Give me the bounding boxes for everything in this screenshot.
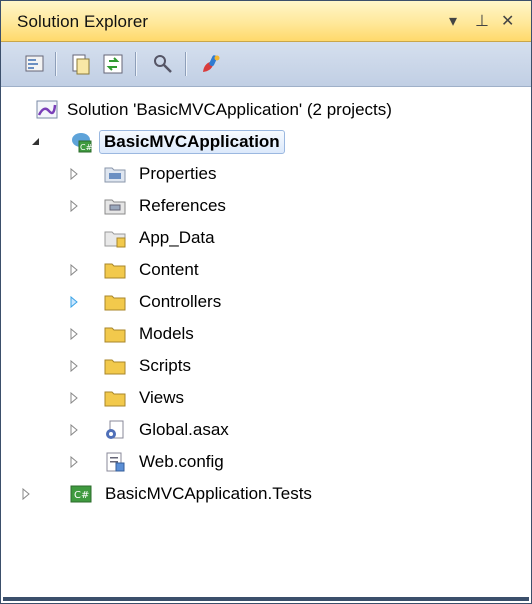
item-label: Web.config [139, 452, 224, 471]
pin-icon[interactable]: ⊥ [475, 11, 489, 31]
tree-item-controllers[interactable]: Controllers [67, 287, 367, 317]
properties-folder-icon [104, 167, 126, 183]
tree-test-project-node[interactable]: C# BasicMVCApplication.Tests [19, 479, 419, 509]
tree-item-properties[interactable]: Properties [67, 159, 367, 189]
tree-item-content[interactable]: Content [67, 255, 367, 285]
expand-arrow-icon[interactable] [67, 359, 81, 373]
folder-icon [104, 391, 126, 407]
tree-item-global-asax[interactable]: Global.asax [67, 415, 367, 445]
refresh-icon[interactable] [101, 52, 125, 76]
tree-solution-node[interactable]: Solution 'BasicMVCApplication' (2 projec… [35, 95, 515, 125]
tree-item-web-config[interactable]: Web.config [67, 447, 367, 477]
item-label: Content [139, 260, 199, 279]
title-bar: Solution Explorer ▾ ⊥ ✕ [1, 1, 531, 42]
folder-icon [104, 327, 126, 343]
tree-item-references[interactable]: References [67, 191, 367, 221]
references-icon [104, 199, 126, 215]
item-label: Models [139, 324, 194, 343]
item-label: Scripts [139, 356, 191, 375]
project-label: BasicMVCApplication [99, 130, 285, 154]
svg-text:C#: C# [74, 490, 89, 501]
panel-title: Solution Explorer [17, 12, 149, 31]
csharp-project-icon: C# [72, 133, 93, 153]
tree-item-models[interactable]: Models [67, 319, 367, 349]
item-label: References [139, 196, 226, 215]
expand-arrow-icon[interactable] [67, 423, 81, 437]
paint-brush-icon[interactable] [199, 52, 223, 76]
expand-arrow-icon[interactable] [67, 327, 81, 341]
solution-icon [36, 100, 58, 119]
collapse-arrow-icon[interactable] [29, 135, 43, 149]
toolbar-separator [135, 52, 137, 76]
expand-arrow-icon[interactable] [19, 487, 33, 501]
expand-arrow-icon[interactable] [67, 263, 81, 277]
folder-icon [104, 263, 126, 279]
expand-arrow-icon[interactable] [67, 295, 81, 309]
tree-item-scripts[interactable]: Scripts [67, 351, 367, 381]
folder-icon [104, 295, 126, 311]
item-label: Views [139, 388, 185, 407]
solution-label: Solution 'BasicMVCApplication' (2 projec… [67, 100, 392, 119]
solution-tree: Solution 'BasicMVCApplication' (2 projec… [1, 87, 531, 601]
csharp-project-icon: C# [70, 485, 92, 503]
expand-arrow-icon[interactable] [67, 455, 81, 469]
item-label: App_Data [139, 228, 215, 247]
toolbar-separator [55, 52, 57, 76]
tree-project-node[interactable]: C# BasicMVCApplication [19, 127, 339, 157]
tree-item-app-data[interactable]: App_Data [67, 223, 367, 253]
toolbar [1, 42, 531, 87]
asax-file-icon [106, 420, 124, 439]
dropdown-icon[interactable]: ▾ [449, 11, 457, 31]
expand-arrow-icon[interactable] [67, 199, 81, 213]
close-icon[interactable]: ✕ [501, 11, 514, 31]
tree-item-views[interactable]: Views [67, 383, 367, 413]
properties-icon[interactable] [23, 52, 47, 76]
toolbar-separator [185, 52, 187, 76]
expand-arrow-icon[interactable] [67, 391, 81, 405]
view-class-diagram-icon[interactable] [151, 52, 175, 76]
folder-icon [104, 359, 126, 375]
item-label: Properties [139, 164, 217, 183]
folder-icon [104, 231, 126, 248]
show-all-files-icon[interactable] [69, 52, 93, 76]
svg-text:C#: C# [80, 143, 93, 152]
panel-bottom-border [3, 597, 529, 601]
item-label: Controllers [139, 292, 222, 311]
solution-explorer-panel: Solution Explorer ▾ ⊥ ✕ Solution 'BasicM… [0, 0, 532, 604]
config-file-icon [106, 452, 125, 472]
test-project-label: BasicMVCApplication.Tests [105, 484, 312, 503]
expand-arrow-icon[interactable] [67, 167, 81, 181]
item-label: Global.asax [139, 420, 229, 439]
